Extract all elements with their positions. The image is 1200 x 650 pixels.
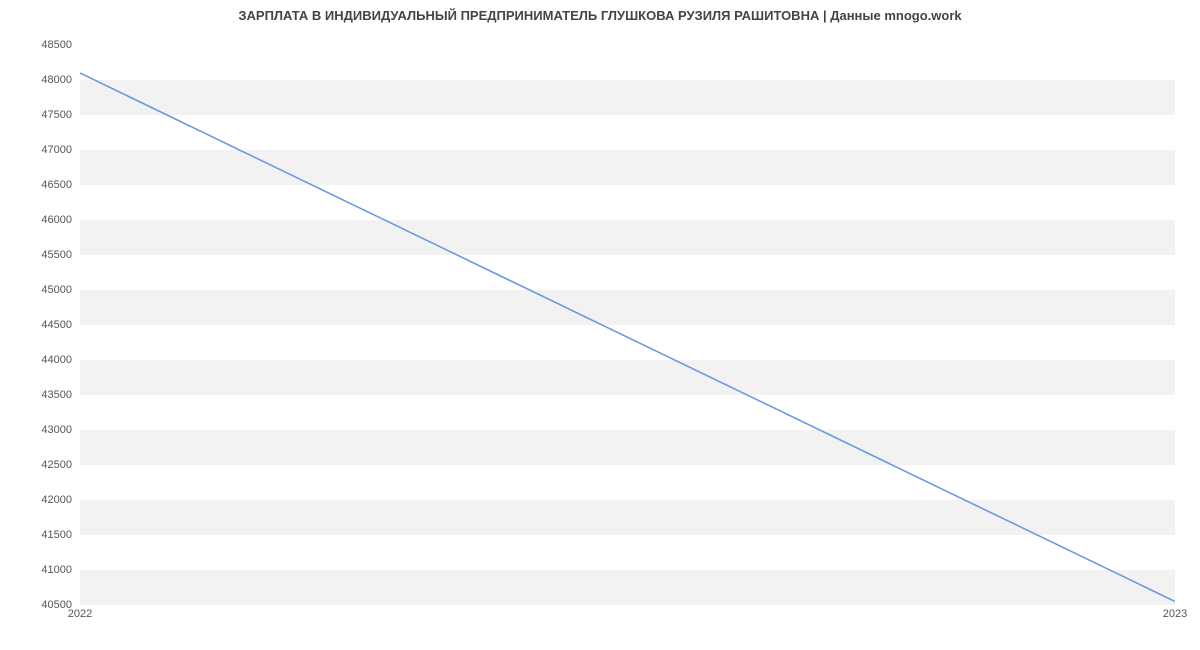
x-tick-label: 2023 [1163,608,1187,620]
y-tick-label: 41000 [8,564,72,576]
y-tick-label: 47500 [8,109,72,121]
chart-title: ЗАРПЛАТА В ИНДИВИДУАЛЬНЫЙ ПРЕДПРИНИМАТЕЛ… [0,8,1200,23]
y-tick-label: 42000 [8,494,72,506]
y-tick-label: 40500 [8,599,72,611]
plot-area [80,45,1175,605]
x-tick-label: 2022 [68,608,92,620]
y-tick-label: 44500 [8,319,72,331]
y-tick-label: 43000 [8,424,72,436]
line-series [80,45,1175,605]
y-tick-label: 47000 [8,144,72,156]
y-tick-label: 45000 [8,284,72,296]
y-tick-label: 46500 [8,179,72,191]
y-tick-label: 45500 [8,249,72,261]
y-tick-label: 43500 [8,389,72,401]
y-tick-label: 42500 [8,459,72,471]
y-tick-label: 46000 [8,214,72,226]
chart-container: ЗАРПЛАТА В ИНДИВИДУАЛЬНЫЙ ПРЕДПРИНИМАТЕЛ… [0,0,1200,650]
series-line [80,73,1175,602]
y-tick-label: 44000 [8,354,72,366]
y-tick-label: 48000 [8,74,72,86]
y-tick-label: 41500 [8,529,72,541]
y-tick-label: 48500 [8,39,72,51]
